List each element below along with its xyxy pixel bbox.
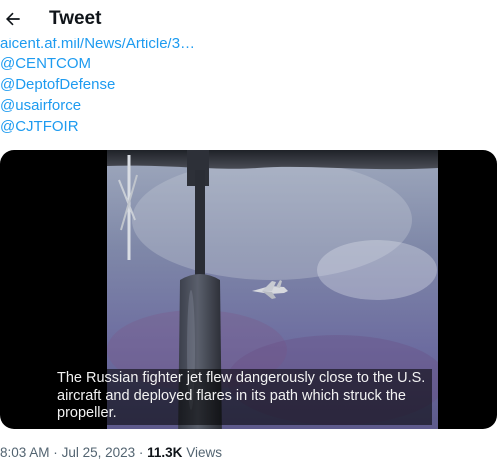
mention-deptofdefense[interactable]: @DeptofDefense — [0, 75, 115, 95]
tweet-time[interactable]: 8:03 AM — [0, 445, 50, 460]
views-count: 11.3K — [147, 445, 183, 460]
arrow-left-icon — [6, 12, 20, 26]
page-title: Tweet — [49, 8, 102, 29]
mention-usairforce[interactable]: @usairforce — [0, 96, 81, 116]
tweet-date[interactable]: Jul 25, 2023 — [62, 445, 136, 460]
views-label: Views — [186, 445, 222, 460]
tweet-meta: 8:03 AM · Jul 25, 2023 · 11.3K Views — [0, 444, 222, 462]
meta-separator: · — [53, 445, 58, 460]
back-button[interactable] — [1, 7, 25, 31]
top-bar: Tweet — [0, 0, 500, 38]
video-caption: The Russian fighter jet flew dangerously… — [55, 369, 432, 425]
meta-separator-2: · — [138, 445, 144, 460]
mention-centcom[interactable]: @CENTCOM — [0, 54, 91, 74]
mention-cjtfoir[interactable]: @CJTFOIR — [0, 117, 79, 137]
